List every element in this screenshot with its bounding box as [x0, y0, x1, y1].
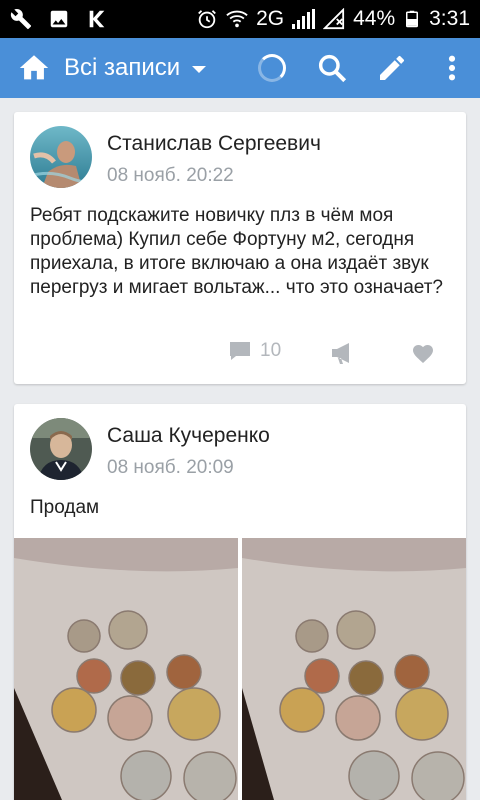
more-vert-icon[interactable]	[436, 52, 468, 84]
no-sim-signal-icon	[323, 8, 345, 30]
edit-icon[interactable]	[376, 52, 408, 84]
share-icon[interactable]	[330, 342, 356, 364]
coins-photo[interactable]	[242, 538, 466, 800]
loading-spinner-icon	[258, 54, 286, 82]
vk-icon	[89, 10, 105, 28]
clock: 3:31	[429, 7, 470, 30]
author-name[interactable]: Саша Кучеренко	[107, 424, 270, 448]
comment-count: 10	[260, 340, 282, 361]
alarm-icon	[198, 10, 216, 29]
signal-icon	[292, 9, 316, 29]
image-icon	[50, 10, 68, 28]
network-type: 2G	[256, 7, 285, 30]
battery-icon	[406, 10, 419, 28]
app-bar: Всі записи	[0, 38, 480, 98]
photo-attachments	[14, 538, 466, 800]
post-text: Продам	[30, 497, 100, 518]
post-card[interactable]: Станислав Сергеевич 08 нояб. 20:22 Ребят…	[14, 112, 466, 384]
avatar[interactable]	[30, 126, 92, 188]
battery-percent: 44%	[353, 7, 396, 30]
coins-photo[interactable]	[14, 538, 238, 800]
system-icons: 2G 44% 3:31	[196, 0, 470, 38]
post-actions: 10	[14, 340, 466, 368]
search-icon[interactable]	[316, 52, 348, 84]
feed-selector[interactable]: Всі записи	[64, 38, 207, 98]
avatar[interactable]	[30, 418, 92, 480]
post-time: 08 нояб. 20:22	[107, 165, 234, 186]
notification-icons	[10, 0, 108, 38]
home-icon[interactable]	[16, 51, 52, 85]
dropdown-caret-icon	[192, 66, 207, 73]
status-bar: 2G 44% 3:31	[0, 0, 480, 38]
comment-icon	[230, 342, 250, 360]
comment-button[interactable]: 10	[228, 340, 281, 362]
post-card[interactable]: Саша Кучеренко 08 нояб. 20:09 Продам	[14, 404, 466, 800]
wrench-icon	[10, 9, 32, 30]
page-title: Всі записи	[64, 54, 181, 81]
heart-icon[interactable]	[410, 342, 436, 364]
wifi-icon	[226, 10, 248, 28]
post-time: 08 нояб. 20:09	[107, 457, 234, 478]
author-name[interactable]: Станислав Сергеевич	[107, 132, 321, 156]
post-text: Ребят подскажите новичку плз в чём моя п…	[30, 205, 443, 298]
